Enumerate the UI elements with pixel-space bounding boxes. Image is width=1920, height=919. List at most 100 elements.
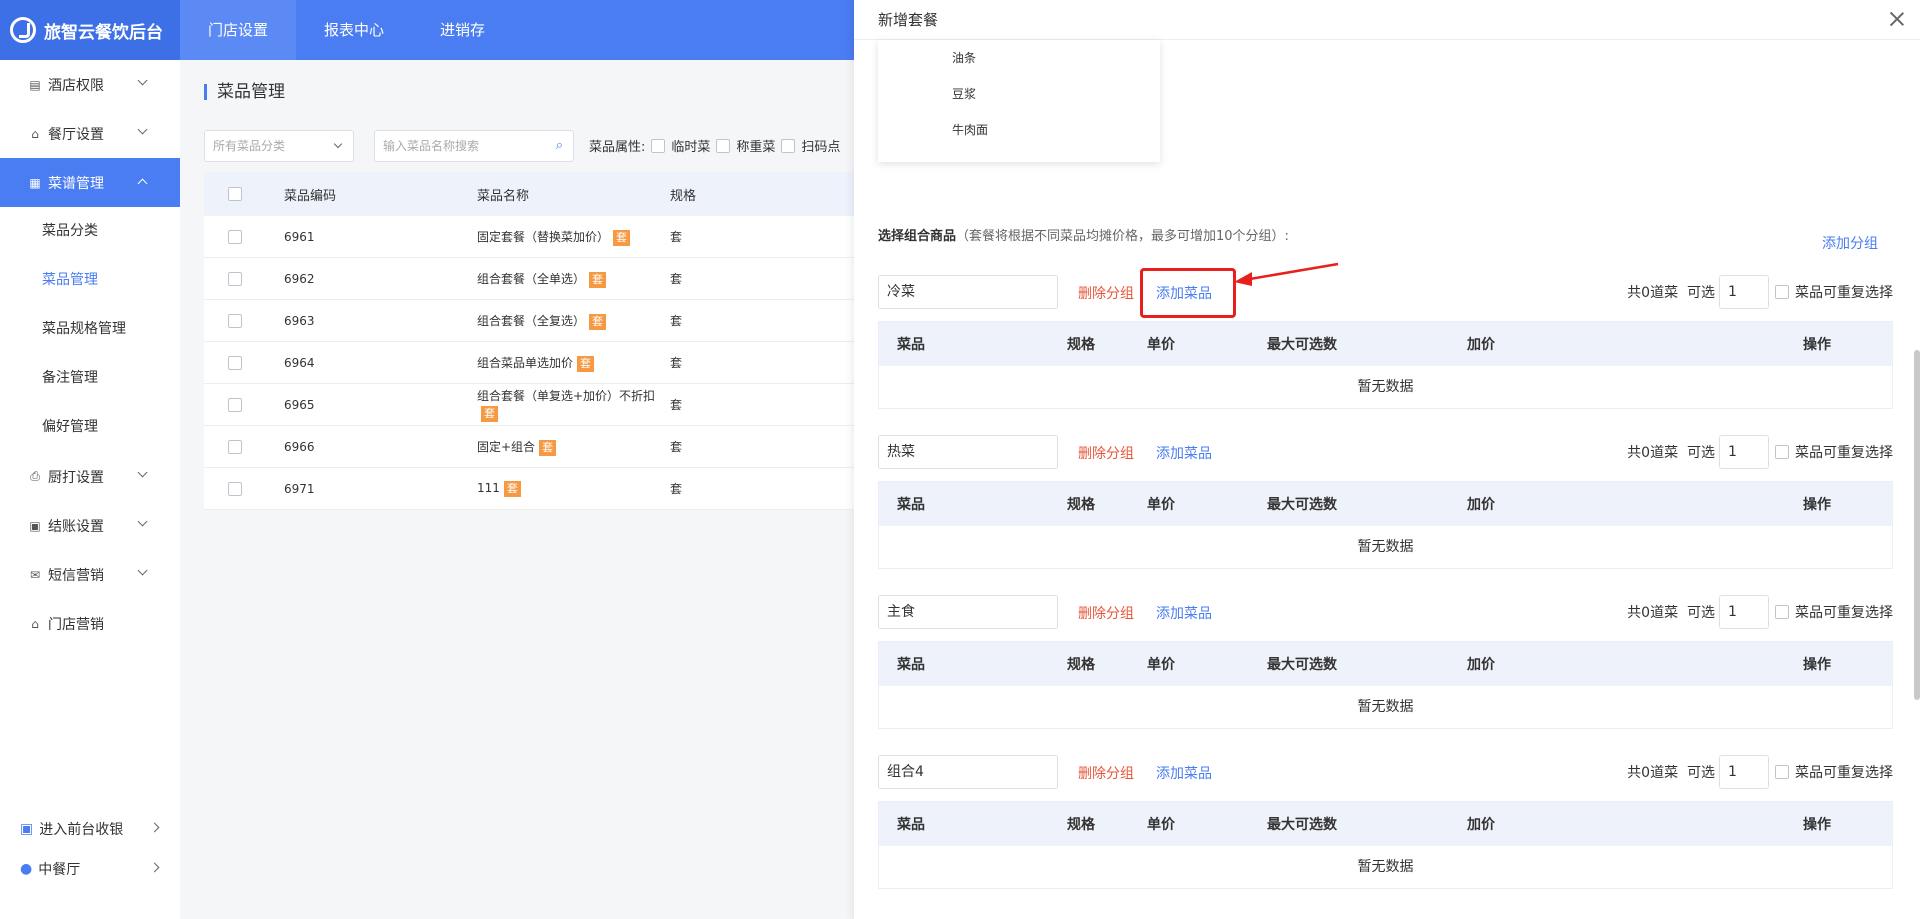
header-dish: 菜品: [897, 657, 925, 673]
sidebar-item-kitchen-print[interactable]: ⎙ 厨打设置: [0, 452, 180, 501]
group-name-input[interactable]: 组合4: [878, 755, 1058, 789]
sidebar-item-menu-management[interactable]: ▦ 菜谱管理: [0, 158, 180, 207]
table-row[interactable]: 6962 组合套餐（全单选）套 套: [204, 258, 904, 300]
app-logo[interactable]: 旅智云餐饮后台: [0, 0, 180, 60]
drawer-scrollbar[interactable]: [1914, 350, 1920, 700]
empty-state: 暂无数据: [1357, 539, 1414, 555]
optional-count-input[interactable]: 1: [1719, 435, 1769, 469]
attr-label: 菜品属性:: [589, 140, 646, 155]
repeat-checkbox[interactable]: [1775, 285, 1789, 299]
sidebar-sub-dish-management[interactable]: 菜品管理: [0, 256, 180, 305]
repeat-checkbox[interactable]: [1775, 765, 1789, 779]
dropdown-item[interactable]: 豆浆: [878, 76, 1160, 112]
add-dish-button[interactable]: 添加菜品: [1156, 603, 1212, 623]
chevron-down-icon: [137, 75, 148, 86]
dish-spec: 套: [670, 272, 683, 286]
enter-cashier-link[interactable]: ▣ 进入前台收银: [0, 809, 180, 849]
table-row[interactable]: 6963 组合套餐（全复选）套 套: [204, 300, 904, 342]
sidebar-sub-notes[interactable]: 备注管理: [0, 354, 180, 403]
shop-icon: ⌂: [31, 616, 39, 631]
header-price: 单价: [1147, 817, 1175, 833]
row-checkbox[interactable]: [228, 355, 242, 370]
dish-code: 6971: [284, 481, 315, 496]
add-group-button[interactable]: 添加分组: [1822, 233, 1878, 253]
dish-name-cell: 固定套餐（替换菜加价）套: [477, 228, 670, 246]
sidebar-item-restaurant-settings[interactable]: ⌂ 餐厅设置: [0, 109, 180, 158]
dropdown-item[interactable]: 油条: [878, 40, 1160, 76]
row-checkbox[interactable]: [228, 313, 242, 328]
row-checkbox[interactable]: [228, 271, 242, 286]
sidebar-item-hotel-permissions[interactable]: ▤ 酒店权限: [0, 60, 180, 109]
dropdown-item[interactable]: 牛肉面: [878, 112, 1160, 148]
repeat-checkbox[interactable]: [1775, 445, 1789, 459]
delete-group-button[interactable]: 删除分组: [1078, 283, 1134, 303]
restaurant-name: 中餐厅: [38, 862, 81, 878]
group-dish-table: 菜品 规格 单价 最大可选数 加价 操作 暂无数据: [878, 801, 1893, 889]
category-select[interactable]: 所有菜品分类: [204, 130, 354, 162]
dish-name-cell: 组合套餐（全单选）套: [477, 270, 670, 288]
combo-group: 组合4 删除分组 添加菜品 共0道菜 可选 1 菜品可重复选择 菜品 规格 单价…: [878, 755, 1893, 889]
table-row[interactable]: 6961 固定套餐（替换菜加价）套 套: [204, 216, 904, 258]
dish-name: 组合套餐（全复选）: [477, 313, 586, 328]
dish-name: 组合套餐（单复选+加价）不折扣: [477, 388, 656, 403]
close-icon[interactable]: [1890, 12, 1904, 26]
table-row[interactable]: 6971 111 套 套: [204, 468, 904, 510]
sidebar-sub-dish-category[interactable]: 菜品分类: [0, 207, 180, 256]
delete-group-button[interactable]: 删除分组: [1078, 443, 1134, 463]
add-dish-button[interactable]: 添加菜品: [1156, 763, 1212, 783]
header-action: 操作: [1803, 497, 1831, 513]
group-name-input[interactable]: 热菜: [878, 435, 1058, 469]
group-options: 共0道菜 可选 1 菜品可重复选择: [1627, 595, 1893, 629]
dish-spec: 套: [670, 398, 683, 412]
scan-order-checkbox[interactable]: [781, 138, 796, 153]
group-options: 共0道菜 可选 1 菜品可重复选择: [1627, 755, 1893, 789]
add-dish-button[interactable]: 添加菜品: [1156, 443, 1212, 463]
sidebar-item-label: 门店营销: [48, 616, 104, 633]
group-name-input[interactable]: 主食: [878, 595, 1058, 629]
nav-store-settings[interactable]: 门店设置: [180, 0, 297, 60]
dish-search-input[interactable]: 输入菜品名称搜索 ⌕: [374, 130, 574, 162]
set-tag: 套: [539, 439, 557, 456]
nav-inventory[interactable]: 进销存: [412, 0, 513, 60]
dish-name-cell: 组合套餐（单复选+加价）不折扣套: [477, 388, 670, 422]
dish-name: 固定+组合: [477, 439, 536, 454]
set-tag: 套: [503, 480, 521, 497]
header-spec: 规格: [1067, 337, 1095, 353]
sidebar-item-sms-marketing[interactable]: ✉ 短信营销: [0, 550, 180, 599]
header-max: 最大可选数: [1267, 497, 1337, 513]
grid-icon: ▦: [29, 175, 41, 190]
empty-state: 暂无数据: [1357, 699, 1414, 715]
nav-report-center[interactable]: 报表中心: [296, 0, 412, 60]
row-checkbox[interactable]: [228, 439, 242, 454]
optional-count-input[interactable]: 1: [1719, 275, 1769, 309]
dish-name: 111: [477, 480, 500, 495]
optional-count-input[interactable]: 1: [1719, 755, 1769, 789]
select-all-checkbox[interactable]: [228, 187, 242, 201]
sidebar-sub-preferences[interactable]: 偏好管理: [0, 403, 180, 452]
delete-group-button[interactable]: 删除分组: [1078, 603, 1134, 623]
weigh-dish-checkbox[interactable]: [716, 138, 731, 153]
optional-count-input[interactable]: 1: [1719, 595, 1769, 629]
sidebar-item-store-marketing[interactable]: ⌂ 门店营销: [0, 599, 180, 648]
chevron-right-icon: [149, 862, 160, 873]
row-checkbox[interactable]: [228, 229, 242, 244]
repeat-checkbox[interactable]: [1775, 605, 1789, 619]
row-checkbox[interactable]: [228, 397, 242, 412]
sidebar-item-label: 厨打设置: [48, 469, 104, 486]
header-extra: 加价: [1467, 497, 1495, 513]
row-checkbox[interactable]: [228, 481, 242, 496]
temp-dish-checkbox[interactable]: [651, 138, 666, 153]
dish-attributes: 菜品属性: 临时菜 称重菜 扫码点: [589, 136, 840, 155]
sidebar-sub-dish-spec[interactable]: 菜品规格管理: [0, 305, 180, 354]
restaurant-switch[interactable]: ● 中餐厅: [0, 849, 180, 889]
dish-count: 共0道菜: [1627, 765, 1679, 781]
sidebar-item-checkout-settings[interactable]: ▣ 结账设置: [0, 501, 180, 550]
table-row[interactable]: 6964 组合菜品单选加价套 套: [204, 342, 904, 384]
table-row[interactable]: 6965 组合套餐（单复选+加价）不折扣套 套: [204, 384, 904, 426]
table-row[interactable]: 6966 固定+组合套 套: [204, 426, 904, 468]
group-name-input[interactable]: 冷菜: [878, 275, 1058, 309]
empty-state: 暂无数据: [1357, 379, 1414, 395]
group-table-header: 菜品 规格 单价 最大可选数 加价 操作: [879, 642, 1892, 686]
delete-group-button[interactable]: 删除分组: [1078, 763, 1134, 783]
dish-code: 6964: [284, 355, 315, 370]
